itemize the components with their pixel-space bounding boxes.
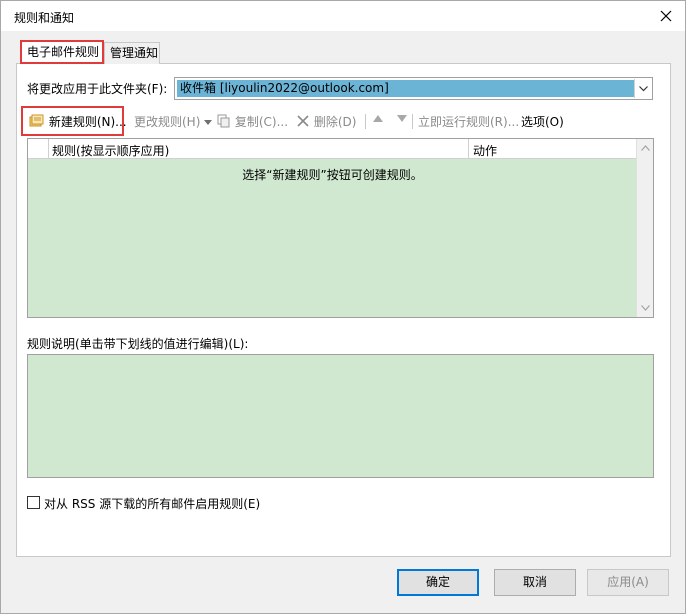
chevron-down-icon <box>638 85 648 91</box>
rule-list-scrollbar[interactable] <box>636 139 653 317</box>
move-up-button[interactable] <box>373 115 383 127</box>
arrow-down-icon <box>397 115 407 122</box>
column-divider <box>48 139 49 159</box>
close-icon <box>660 10 672 22</box>
column-header-rule[interactable]: 规则(按显示顺序应用) <box>52 142 169 159</box>
delete-rule-button[interactable]: 删除(D) <box>296 112 356 132</box>
edit-rule-label: 更改规则(H) <box>134 115 201 129</box>
copy-rule-label: 复制(C)... <box>234 115 289 129</box>
rule-list-header: 规则(按显示顺序应用) 动作 <box>28 139 637 159</box>
cancel-button[interactable]: 取消 <box>494 569 576 596</box>
tab-email-rules[interactable]: 电子邮件规则 <box>20 40 104 64</box>
arrow-up-icon <box>373 115 383 122</box>
folder-select-value: 收件箱 [liyoulin2022@outlook.com] <box>177 80 634 97</box>
rules-and-alerts-dialog: 规则和通知 电子邮件规则 管理通知 将更改应用于此文件夹(F): 收件箱 [li… <box>0 0 686 614</box>
copy-rule-button[interactable]: 复制(C)... <box>217 112 288 132</box>
options-label: 选项(O) <box>521 115 564 129</box>
new-rule-label: 新建规则(N)... <box>48 115 127 129</box>
rule-list[interactable]: 规则(按显示顺序应用) 动作 选择“新建规则”按钮可创建规则。 <box>27 138 654 318</box>
run-rules-now-label: 立即运行规则(R)... <box>418 115 520 129</box>
ok-button[interactable]: 确定 <box>397 569 479 596</box>
close-button[interactable] <box>655 5 677 27</box>
toolbar-separator <box>412 114 413 129</box>
rss-rules-checkbox[interactable] <box>27 496 40 509</box>
scroll-down-icon[interactable] <box>641 305 650 311</box>
toolbar-separator <box>365 114 366 129</box>
rule-description-label: 规则说明(单击带下划线的值进行编辑)(L): <box>27 337 249 351</box>
dialog-title: 规则和通知 <box>14 11 75 25</box>
folder-label: 将更改应用于此文件夹(F): <box>27 82 168 96</box>
folder-select[interactable]: 收件箱 [liyoulin2022@outlook.com] <box>174 77 653 100</box>
scroll-up-icon[interactable] <box>641 145 650 151</box>
rule-list-empty-message: 选择“新建规则”按钮可创建规则。 <box>242 168 423 182</box>
apply-button[interactable]: 应用(A) <box>587 569 669 596</box>
edit-rule-button[interactable]: 更改规则(H) <box>134 112 213 132</box>
delete-x-icon <box>297 115 309 127</box>
dropdown-arrow-icon <box>204 120 213 125</box>
delete-rule-label: 删除(D) <box>313 115 357 129</box>
options-button[interactable]: 选项(O) <box>521 112 564 132</box>
new-rule-button[interactable]: 新建规则(N)... <box>29 112 127 132</box>
rule-description-box[interactable] <box>27 354 654 478</box>
move-down-button[interactable] <box>397 115 407 127</box>
rss-rules-checkbox-label[interactable]: 对从 RSS 源下载的所有邮件启用规则(E) <box>44 495 260 512</box>
folder-dropdown-button[interactable] <box>634 79 651 98</box>
run-rules-now-button[interactable]: 立即运行规则(R)... <box>418 112 519 132</box>
copy-icon <box>217 114 230 128</box>
new-rule-icon <box>29 114 44 127</box>
column-divider <box>468 139 469 159</box>
title-bar: 规则和通知 <box>1 1 685 31</box>
column-header-action[interactable]: 动作 <box>473 142 497 159</box>
tab-manage-alerts[interactable]: 管理通知 <box>104 42 160 64</box>
